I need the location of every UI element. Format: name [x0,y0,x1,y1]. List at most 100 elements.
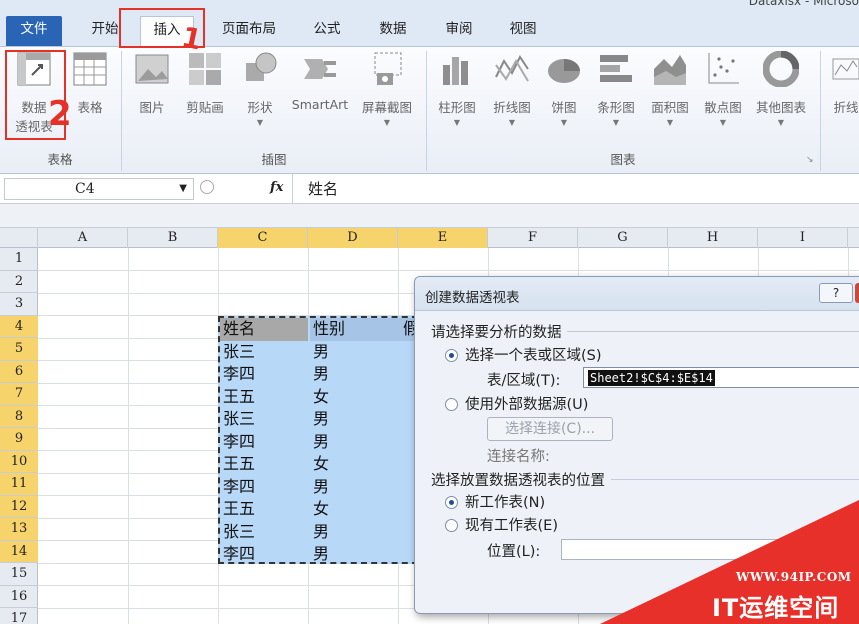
grid-line [128,248,129,624]
name-box[interactable]: C4 ▼ [4,178,194,200]
select-all-corner[interactable] [0,228,38,248]
line-chart-label: 折线图 [493,100,531,115]
table-cell[interactable]: 张三 [220,341,255,363]
column-header[interactable]: C [218,228,308,248]
radio-existing-worksheet-label[interactable]: 现有工作表(E) [465,514,558,535]
row-header[interactable]: 5 [0,338,38,361]
sparkline-button[interactable]: 折线 [826,51,859,143]
group-label-illustrations: 插图 [261,152,287,167]
radio-external-source-label[interactable]: 使用外部数据源(U) [465,393,588,414]
table-cell[interactable]: 男 [310,341,329,363]
cancel-circle-icon[interactable] [200,180,214,194]
column-header[interactable]: A [38,228,128,248]
row-header[interactable]: 15 [0,563,38,586]
row-header[interactable]: 14 [0,540,38,563]
table-cell[interactable]: 李四 [220,431,255,453]
column-header[interactable]: D [308,228,398,248]
table-cell[interactable]: 张三 [220,408,255,430]
column-header[interactable]: H [668,228,758,248]
table-cell[interactable]: 王五 [220,453,255,475]
table-cell[interactable]: 李四 [220,476,255,498]
pie-chart-button[interactable]: 饼图 ▼ [542,51,586,143]
function-icon[interactable]: fx [270,180,283,195]
table-cell[interactable]: 李四 [220,363,255,385]
name-box-value: C4 [75,181,95,197]
formula-input[interactable]: 姓名 [308,178,338,199]
table-cell[interactable]: 王五 [220,498,255,520]
table-cell[interactable]: 男 [310,431,329,453]
picture-button[interactable]: 图片 [130,51,174,143]
bar-chart-button[interactable]: 条形图 ▼ [590,51,642,143]
dialog-launcher-icon[interactable]: ↘ [806,155,814,165]
row-header[interactable]: 3 [0,293,38,316]
cell-header-name[interactable]: 姓名 [220,318,255,340]
table-cell[interactable]: 女 [310,453,329,475]
other-charts-button[interactable]: 其他图表 ▼ [750,50,812,143]
table-cell[interactable]: 男 [310,543,329,565]
row-header[interactable]: 10 [0,450,38,473]
table-cell[interactable]: 王五 [220,386,255,408]
radio-existing-worksheet[interactable] [445,519,458,532]
dialog-titlebar[interactable]: 创建数据透视表 ? [415,277,859,311]
row-header[interactable]: 12 [0,495,38,518]
clipart-icon [187,51,223,87]
column-chart-button[interactable]: 柱形图 ▼ [432,51,482,143]
tab-view[interactable]: 视图 [500,16,546,46]
row-header[interactable]: 17 [0,608,38,624]
table-cell[interactable]: 男 [310,521,329,543]
table-cell[interactable]: 男 [310,476,329,498]
table-cell[interactable]: 女 [310,498,329,520]
table-button[interactable]: 表格 [68,51,112,143]
choose-connection-button[interactable]: 选择连接(C)... [487,417,613,441]
help-button[interactable]: ? [819,283,853,303]
other-charts-label: 其他图表 [755,100,806,115]
row-header[interactable]: 13 [0,518,38,541]
radio-select-range-label[interactable]: 选择一个表或区域(S) [465,344,602,365]
radio-new-worksheet-label[interactable]: 新工作表(N) [465,491,545,512]
row-header[interactable]: 9 [0,428,38,451]
tab-file[interactable]: 文件 [6,16,62,46]
row-header[interactable]: 7 [0,383,38,406]
cell-header-gender[interactable]: 性别 [310,318,345,340]
tab-data[interactable]: 数据 [370,16,416,46]
table-cell[interactable]: 男 [310,363,329,385]
column-header[interactable]: B [128,228,218,248]
row-header[interactable]: 8 [0,405,38,428]
radio-select-range[interactable] [445,349,458,362]
table-label: 表格 [77,100,103,115]
line-chart-button[interactable]: 折线图 ▼ [486,51,538,143]
dropdown-arrow-icon: ▼ [719,118,727,127]
close-button[interactable] [855,283,859,303]
table-cell[interactable]: 李四 [220,543,255,565]
section-divider [567,331,859,332]
row-header[interactable]: 11 [0,473,38,496]
tab-page-layout[interactable]: 页面布局 [212,16,286,46]
row-header[interactable]: 2 [0,271,38,293]
selected-range[interactable]: 姓名 性别 假 张三 男 李四 男 王五 女 张三 男 李四 男 王五 女 李四… [218,316,419,565]
scatter-chart-button[interactable]: 散点图 ▼ [698,51,748,143]
range-input[interactable]: Sheet2!$C$4:$E$14 [583,367,859,388]
dropdown-arrow-icon: ▼ [508,118,516,127]
tab-formulas[interactable]: 公式 [304,16,350,46]
chevron-down-icon[interactable]: ▼ [179,179,187,199]
tab-review[interactable]: 审阅 [436,16,482,46]
row-header[interactable]: 1 [0,248,38,271]
table-cell[interactable]: 女 [310,386,329,408]
clipart-button[interactable]: 剪贴画 [180,51,230,143]
row-header[interactable]: 16 [0,586,38,608]
row-headers: 1 2 3 4 5 6 7 8 9 10 11 12 13 14 15 16 1… [0,248,38,624]
table-cell[interactable]: 男 [310,408,329,430]
column-header[interactable]: E [398,228,488,248]
smartart-button[interactable]: SmartArt [288,51,352,143]
radio-external-source[interactable] [445,398,458,411]
column-header[interactable]: G [578,228,668,248]
column-header[interactable]: F [488,228,578,248]
table-cell[interactable]: 张三 [220,521,255,543]
shapes-button[interactable]: 形状 ▼ [238,51,282,143]
area-chart-button[interactable]: 面积图 ▼ [644,51,696,143]
row-header[interactable]: 4 [0,315,38,338]
column-header[interactable]: I [758,228,848,248]
screenshot-button[interactable]: 屏幕截图 ▼ [356,51,418,143]
radio-new-worksheet[interactable] [445,496,458,509]
row-header[interactable]: 6 [0,360,38,383]
